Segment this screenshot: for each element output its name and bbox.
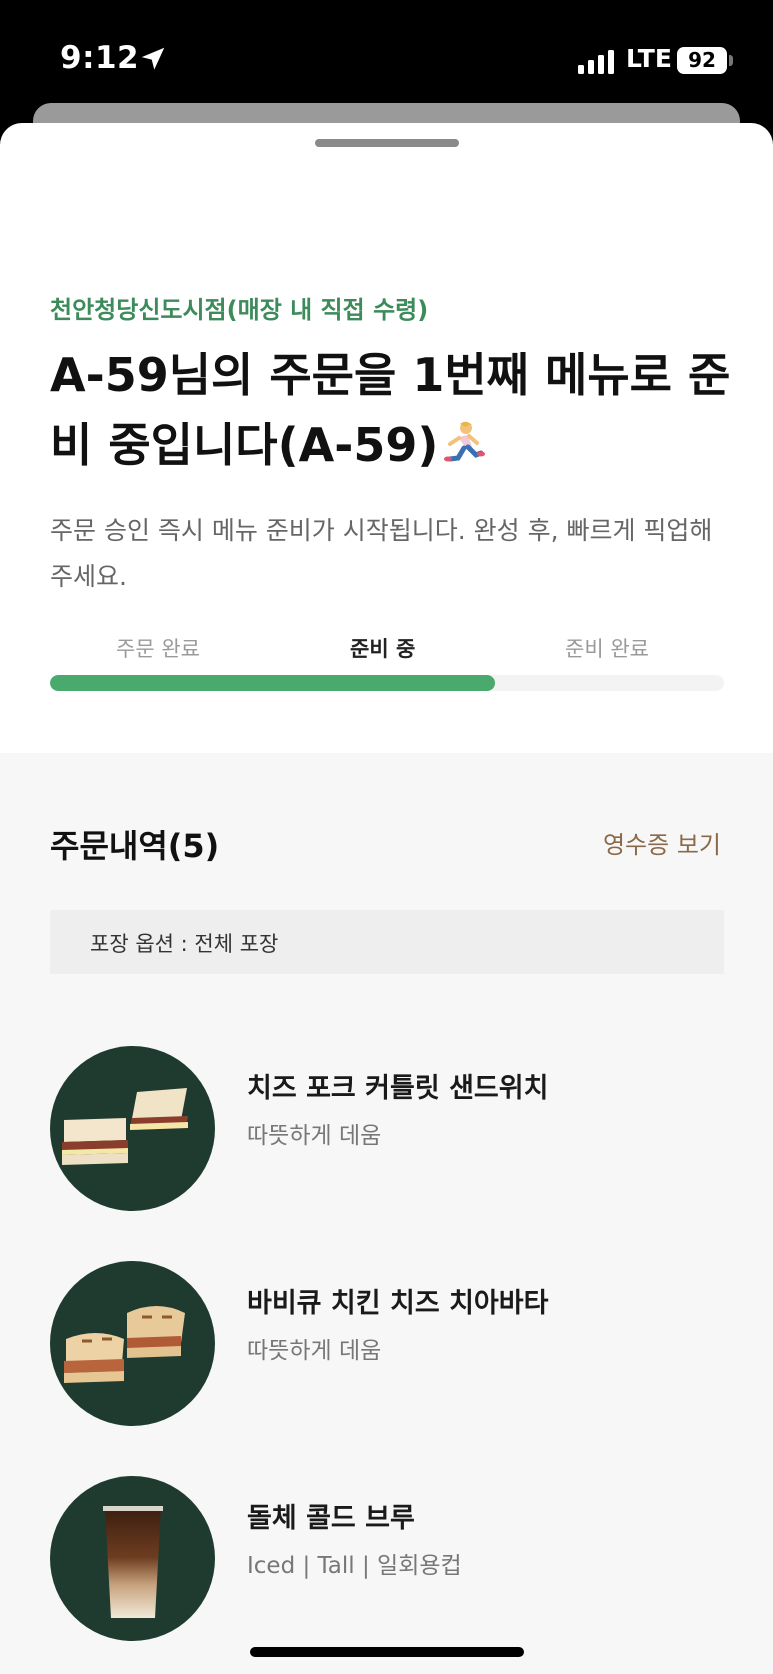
- order-item: 바비큐 치킨 치즈 치아바타 따뜻하게 데움: [50, 1261, 730, 1426]
- item-name: 바비큐 치킨 치즈 치아바타: [247, 1288, 549, 1319]
- network-type: LTE: [626, 44, 672, 73]
- order-status-screen: 9:12 LTE 92 천안청당신도시점(매장 내 직접 수령) A-59님의 …: [0, 0, 773, 1674]
- battery-level: 92: [688, 48, 716, 72]
- battery-nub: [729, 55, 733, 66]
- step-ready: 준비 완료: [565, 637, 649, 661]
- progress-bar: [50, 675, 724, 691]
- item-option: Iced | Tall | 일회용컵: [247, 1553, 462, 1579]
- sandwich-image: [50, 1046, 215, 1211]
- progress-steps: 주문 완료 준비 중 준비 완료: [50, 633, 724, 663]
- step-preparing: 준비 중: [350, 637, 416, 661]
- signal-bars-icon: [578, 50, 614, 74]
- order-item: 치즈 포크 커틀릿 샌드위치 따뜻하게 데움: [50, 1046, 730, 1211]
- runner-icon: [438, 410, 486, 480]
- order-subtext: 주문 승인 즉시 메뉴 준비가 시작됩니다. 완성 후, 빠르게 픽업해 주세요…: [50, 516, 713, 591]
- status-bar: 9:12 LTE 92: [0, 0, 773, 110]
- order-history-section: 주문내역(5) 영수증 보기 포장 옵션 : 전체 포장 치즈 포크 커틀릿 샌…: [0, 753, 773, 1674]
- order-history-title: 주문내역(5): [50, 827, 220, 865]
- sheet-grabber[interactable]: [315, 139, 459, 147]
- item-name: 돌체 콜드 브루: [247, 1503, 415, 1534]
- location-arrow-icon: [141, 47, 165, 70]
- cold-brew-image: [50, 1476, 215, 1641]
- progress-bar-fill: [50, 675, 495, 691]
- step-order-complete: 주문 완료: [116, 637, 200, 661]
- ciabatta-image: [50, 1261, 215, 1426]
- headline-text: A-59님의 주문을 1번째 메뉴로 준비 중입니다(A-59): [50, 348, 731, 472]
- item-name: 치즈 포크 커틀릿 샌드위치: [247, 1073, 549, 1104]
- view-receipt-link[interactable]: 영수증 보기: [603, 825, 721, 860]
- status-time: 9:12: [60, 40, 140, 76]
- store-name: 천안청당신도시점(매장 내 직접 수령): [50, 296, 429, 324]
- item-option: 따뜻하게 데움: [247, 1338, 382, 1364]
- order-item: 돌체 콜드 브루 Iced | Tall | 일회용컵: [50, 1476, 730, 1641]
- home-indicator[interactable]: [250, 1647, 524, 1657]
- order-sheet: 천안청당신도시점(매장 내 직접 수령) A-59님의 주문을 1번째 메뉴로 …: [0, 123, 773, 1674]
- order-headline: A-59님의 주문을 1번째 메뉴로 준비 중입니다(A-59): [50, 340, 740, 480]
- item-option: 따뜻하게 데움: [247, 1123, 382, 1149]
- battery-icon: 92: [677, 47, 727, 74]
- packaging-option-text: 포장 옵션 : 전체 포장: [90, 932, 279, 956]
- packaging-option-box: 포장 옵션 : 전체 포장: [50, 910, 724, 974]
